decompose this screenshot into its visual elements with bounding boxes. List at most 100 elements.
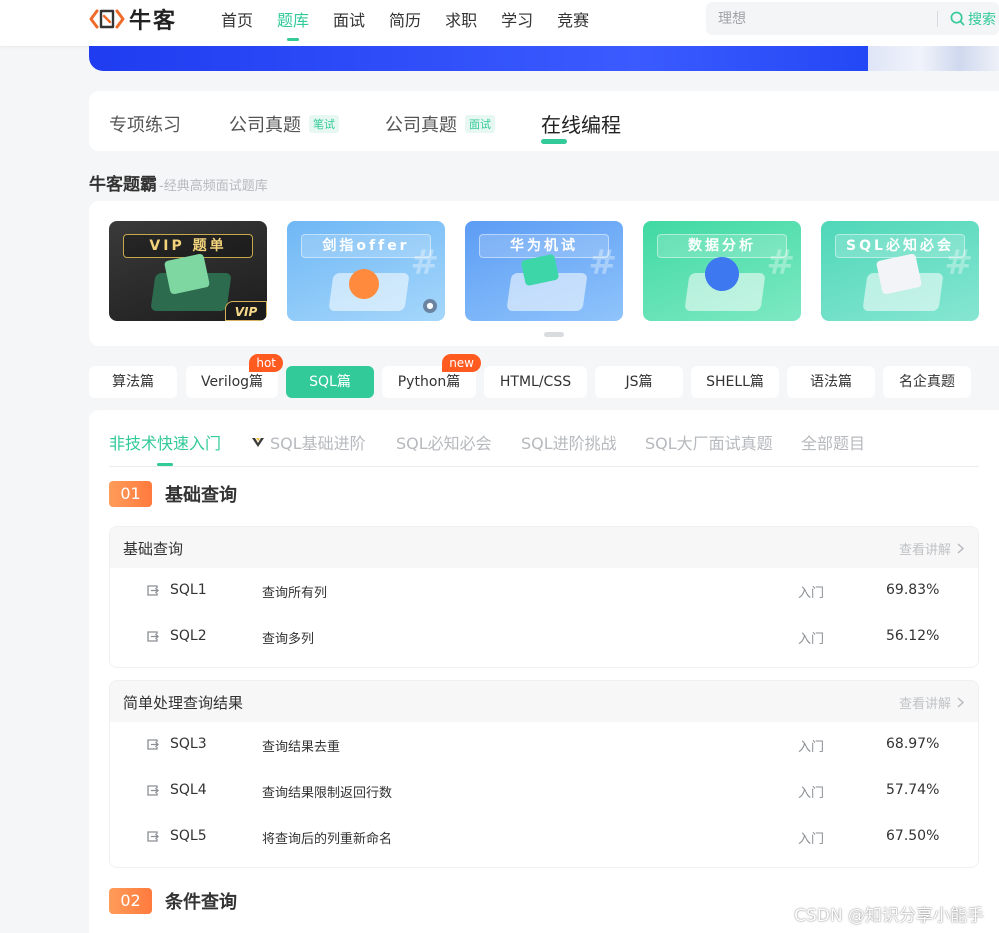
group-heading: 01 基础查询 xyxy=(109,481,237,507)
tab-company-written[interactable]: 公司真题 笔试 xyxy=(229,111,339,137)
tab-company-interview[interactable]: 公司真题 面试 xyxy=(385,111,495,137)
csdn-watermark: CSDN @知识分享小能手 xyxy=(794,906,984,926)
subtab-sql-basic-advanced[interactable]: SQL基础进阶 xyxy=(251,430,366,454)
question-row[interactable]: SQL1 查询所有列 入门 69.83% xyxy=(110,568,978,614)
category-label: 名企真题 xyxy=(899,374,955,390)
section-title-main: 牛客题霸 xyxy=(89,175,157,195)
question-difficulty: 入门 xyxy=(798,740,825,755)
view-explanation-link[interactable]: 查看讲解 xyxy=(899,539,964,558)
subtab-nontech-quickstart[interactable]: 非技术快速入门 xyxy=(109,430,221,466)
promo-carousel: VIP 题单 VIP 剑指offer # ● 华为机试 # 数据分析 # SQL… xyxy=(89,201,999,346)
category-label: Python篇 xyxy=(397,374,461,390)
promo-vip-list[interactable]: VIP 题单 VIP xyxy=(109,221,267,321)
vip-v-icon xyxy=(252,438,264,447)
nav-learn[interactable]: 学习 xyxy=(501,7,533,31)
practice-type-tabs: 专项练习 公司真题 笔试 公司真题 面试 在线编程 xyxy=(89,91,999,151)
category-html-css[interactable]: HTML/CSS xyxy=(484,366,587,398)
carousel-indicator[interactable] xyxy=(544,332,564,337)
category-js[interactable]: JS篇 xyxy=(595,366,683,398)
tab-tag-written: 笔试 xyxy=(309,115,339,133)
category-sql[interactable]: SQL篇 xyxy=(286,366,374,398)
question-title[interactable]: 查询多列 xyxy=(262,628,314,647)
top-banner[interactable] xyxy=(89,46,999,71)
vip-badge: VIP xyxy=(225,301,267,321)
question-pass-rate: 57.74% xyxy=(886,782,940,798)
category-label: JS篇 xyxy=(625,374,653,390)
box-header: 简单处理查询结果 查看讲解 xyxy=(110,681,978,722)
question-id: SQL5 xyxy=(170,828,207,844)
question-icon xyxy=(147,831,159,842)
main-nav: 首页 题库 面试 简历 求职 学习 竞赛 xyxy=(221,0,613,41)
tab-topic-practice[interactable]: 专项练习 xyxy=(109,111,181,137)
question-row[interactable]: SQL3 查询结果去重 入门 68.97% xyxy=(110,722,978,768)
nav-interview[interactable]: 面试 xyxy=(333,7,365,31)
question-difficulty: 入门 xyxy=(798,632,825,647)
question-list-card: 非技术快速入门 SQL基础进阶 SQL必知必会 SQL进阶挑战 SQL大厂面试真… xyxy=(89,410,999,933)
nav-contest[interactable]: 竞赛 xyxy=(557,7,589,31)
question-difficulty: 入门 xyxy=(798,786,825,801)
logo-text: 牛客 xyxy=(129,9,178,34)
tab-label: 公司真题 xyxy=(229,115,301,136)
hot-badge: hot xyxy=(249,354,283,372)
question-group-box: 基础查询 查看讲解 SQL1 查询所有列 入门 69.83% SQL2 查询多列… xyxy=(109,526,979,668)
nav-question-bank[interactable]: 题库 xyxy=(277,7,309,41)
view-explanation-link[interactable]: 查看讲解 xyxy=(899,693,964,712)
banner-illustration xyxy=(868,46,999,71)
box-title: 基础查询 xyxy=(123,540,184,558)
question-row[interactable]: SQL2 查询多列 入门 56.12% xyxy=(110,614,978,660)
search-button[interactable]: 搜索 xyxy=(950,2,996,35)
tab-label: 专项练习 xyxy=(109,115,181,136)
hash-icon: # xyxy=(588,243,618,283)
hash-icon: # xyxy=(410,243,440,283)
category-company-questions[interactable]: 名企真题 xyxy=(883,366,971,398)
question-pass-rate: 67.50% xyxy=(886,828,940,844)
question-row[interactable]: SQL4 查询结果限制返回行数 入门 57.74% xyxy=(110,768,978,814)
category-label: HTML/CSS xyxy=(499,374,572,390)
search-input[interactable] xyxy=(706,2,936,35)
subtab-all-questions[interactable]: 全部题目 xyxy=(801,430,865,454)
question-pass-rate: 56.12% xyxy=(886,628,940,644)
group-title: 基础查询 xyxy=(165,485,237,506)
tab-online-coding[interactable]: 在线编程 xyxy=(541,109,621,144)
link-label: 查看讲解 xyxy=(898,697,951,712)
subtab-sql-big-tech[interactable]: SQL大厂面试真题 xyxy=(645,430,773,454)
nav-home[interactable]: 首页 xyxy=(221,7,253,31)
question-title[interactable]: 将查询后的列重新命名 xyxy=(262,828,392,847)
section-subtitle: -经典高频面试题库 xyxy=(159,179,268,194)
category-algorithm[interactable]: 算法篇 xyxy=(89,366,177,398)
question-pass-rate: 69.83% xyxy=(886,582,940,598)
question-title[interactable]: 查询所有列 xyxy=(262,582,327,601)
category-verilog[interactable]: Verilog篇 hot xyxy=(186,354,283,398)
nav-jobs[interactable]: 求职 xyxy=(445,7,477,31)
question-id: SQL3 xyxy=(170,736,207,752)
logo-icon xyxy=(89,7,125,31)
search-button-label: 搜索 xyxy=(968,11,996,28)
promo-data-analysis[interactable]: 数据分析 # xyxy=(643,221,801,321)
search-box: 搜索 xyxy=(706,2,999,35)
search-divider xyxy=(937,11,938,27)
promo-sql-must-know[interactable]: SQL必知必会 # xyxy=(821,221,979,321)
box-header: 基础查询 查看讲解 xyxy=(110,527,978,568)
group-number: 02 xyxy=(109,888,152,914)
promo-huawei-test[interactable]: 华为机试 # xyxy=(465,221,623,321)
question-row[interactable]: SQL5 将查询后的列重新命名 入门 67.50% xyxy=(110,814,978,860)
category-label: Verilog篇 xyxy=(200,374,264,390)
hash-icon: # xyxy=(944,243,974,283)
subtab-sql-advanced-challenge[interactable]: SQL进阶挑战 xyxy=(521,430,617,454)
subtab-sql-must-know[interactable]: SQL必知必会 xyxy=(396,430,492,454)
category-label: 语法篇 xyxy=(810,374,852,390)
category-syntax[interactable]: 语法篇 xyxy=(787,366,875,398)
chevron-right-icon xyxy=(957,543,964,554)
tab-label: 在线编程 xyxy=(541,113,621,137)
group-number: 01 xyxy=(109,481,152,507)
category-label: 算法篇 xyxy=(112,374,154,390)
category-python[interactable]: Python篇 new xyxy=(382,354,481,398)
logo[interactable]: 牛客 xyxy=(89,6,178,34)
category-shell[interactable]: SHELL篇 xyxy=(691,366,779,398)
question-title[interactable]: 查询结果去重 xyxy=(262,736,340,755)
promo-jianzhi-offer[interactable]: 剑指offer # ● xyxy=(287,221,445,321)
promo-label: VIP 题单 xyxy=(123,234,253,258)
nav-resume[interactable]: 简历 xyxy=(389,7,421,31)
question-icon xyxy=(147,785,159,796)
question-title[interactable]: 查询结果限制返回行数 xyxy=(262,782,392,801)
